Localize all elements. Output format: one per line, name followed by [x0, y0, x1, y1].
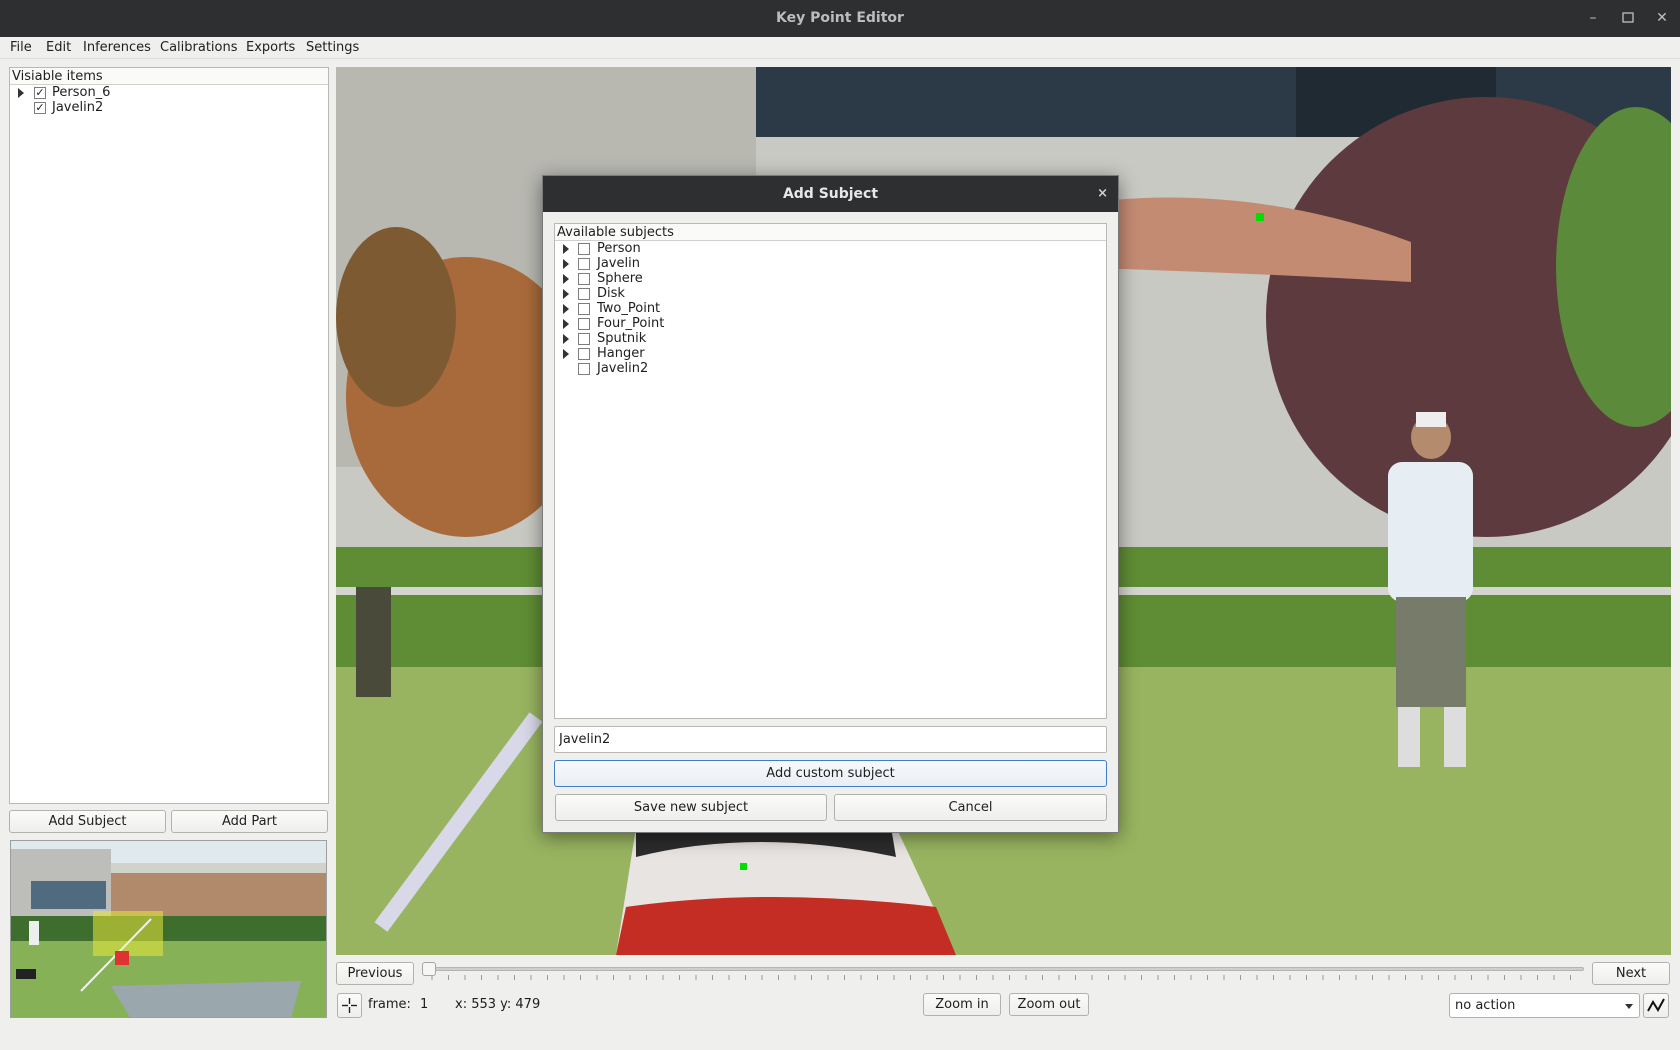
add-subject-dialog: Add Subject × Available subjects Person J… — [542, 175, 1119, 833]
crosshair-icon — [342, 998, 357, 1013]
crosshair-tool-button[interactable] — [337, 993, 362, 1018]
subject-item[interactable]: Javelin — [555, 256, 1106, 271]
action-select-value: no action — [1455, 998, 1516, 1013]
add-part-button[interactable]: Add Part — [171, 810, 328, 833]
expand-arrow-icon[interactable] — [563, 319, 569, 329]
dialog-title-bar: Add Subject × — [543, 176, 1118, 212]
subject-item[interactable]: Javelin2 — [555, 361, 1106, 376]
frame-thumbnail[interactable] — [10, 840, 327, 1018]
frame-slider-handle[interactable] — [422, 962, 436, 976]
available-subjects-list: Available subjects Person Javelin Sphere Di… — [554, 223, 1107, 719]
dialog-title: Add Subject — [782, 186, 879, 202]
subject-item[interactable]: Person — [555, 241, 1106, 256]
title-bar: Key Point Editor – ✕ — [0, 0, 1680, 37]
tree-item-javelin2[interactable]: ✓ Javelin2 — [10, 100, 328, 115]
expand-arrow-icon[interactable] — [563, 289, 569, 299]
expand-arrow-icon[interactable] — [563, 334, 569, 344]
checkbox-javelin2[interactable]: ✓ — [34, 102, 46, 114]
subject-checkbox[interactable] — [578, 258, 590, 270]
subject-item[interactable]: Hanger — [555, 346, 1106, 361]
subject-label: Sputnik — [597, 331, 647, 346]
menu-edit[interactable]: Edit — [46, 40, 71, 55]
expand-arrow-icon[interactable] — [563, 259, 569, 269]
subject-item[interactable]: Two_Point — [555, 301, 1106, 316]
curve-tool-button[interactable] — [1643, 993, 1669, 1018]
zoom-out-button[interactable]: Zoom out — [1009, 993, 1089, 1016]
subject-checkbox[interactable] — [578, 273, 590, 285]
line-chart-icon — [1647, 998, 1665, 1012]
menu-calibrations[interactable]: Calibrations — [160, 40, 238, 55]
visible-items-header: Visiable items — [10, 68, 328, 85]
save-new-subject-button[interactable]: Save new subject — [555, 794, 827, 821]
menu-settings[interactable]: Settings — [306, 40, 359, 55]
subject-item[interactable]: Sputnik — [555, 331, 1106, 346]
window-title: Key Point Editor — [776, 10, 904, 26]
expand-arrow-icon[interactable] — [563, 244, 569, 254]
menu-bar: File Edit Inferences Calibrations Export… — [0, 37, 1680, 59]
subject-checkbox[interactable] — [578, 363, 590, 375]
visible-items-panel: Visiable items ✓ Person_6 ✓ Javelin2 — [9, 67, 329, 804]
close-icon[interactable]: ✕ — [1652, 8, 1672, 28]
frame-slider-ticks — [431, 975, 1571, 980]
subject-checkbox[interactable] — [578, 243, 590, 255]
subject-label: Javelin — [597, 256, 640, 271]
dialog-close-icon[interactable]: × — [1097, 176, 1108, 212]
cursor-coordinates: x: 553 y: 479 — [455, 997, 541, 1012]
tree-item-label: Javelin2 — [52, 100, 104, 115]
subject-label: Four_Point — [597, 316, 665, 331]
minimize-icon[interactable]: – — [1583, 8, 1603, 28]
zoom-in-button[interactable]: Zoom in — [923, 993, 1001, 1016]
menu-exports[interactable]: Exports — [246, 40, 295, 55]
frame-label: frame: — [368, 997, 411, 1012]
tree-item-person6[interactable]: ✓ Person_6 — [10, 85, 328, 100]
subject-name-input[interactable] — [554, 726, 1107, 753]
subject-checkbox[interactable] — [578, 348, 590, 360]
previous-button[interactable]: Previous — [336, 962, 414, 985]
cancel-button[interactable]: Cancel — [834, 794, 1107, 821]
subject-label: Person — [597, 241, 641, 256]
keypoint-marker[interactable] — [1256, 213, 1264, 221]
subject-checkbox[interactable] — [578, 318, 590, 330]
expand-arrow-icon[interactable] — [563, 274, 569, 284]
frame-slider-track[interactable] — [427, 967, 1584, 971]
subject-checkbox[interactable] — [578, 333, 590, 345]
subject-item[interactable]: Sphere — [555, 271, 1106, 286]
add-custom-subject-button[interactable]: Add custom subject — [554, 760, 1107, 787]
subject-label: Javelin2 — [597, 361, 649, 376]
menu-file[interactable]: File — [10, 40, 32, 55]
checkbox-person6[interactable]: ✓ — [34, 87, 46, 99]
subject-label: Two_Point — [597, 301, 661, 316]
subject-checkbox[interactable] — [578, 303, 590, 315]
maximize-icon[interactable] — [1618, 8, 1638, 28]
menu-inferences[interactable]: Inferences — [83, 40, 151, 55]
expand-arrow-icon[interactable] — [563, 349, 569, 359]
add-subject-button[interactable]: Add Subject — [9, 810, 166, 833]
keypoint-marker[interactable] — [740, 863, 747, 870]
frame-value: 1 — [420, 997, 429, 1012]
thumbnail-scene — [11, 841, 326, 1017]
tree-item-label: Person_6 — [52, 85, 111, 100]
subject-label: Hanger — [597, 346, 645, 361]
dropdown-caret-icon — [1625, 1004, 1633, 1009]
action-select[interactable]: no action — [1449, 993, 1640, 1018]
subject-label: Disk — [597, 286, 625, 301]
subject-label: Sphere — [597, 271, 643, 286]
subject-item[interactable]: Disk — [555, 286, 1106, 301]
available-subjects-header: Available subjects — [555, 224, 1106, 241]
next-button[interactable]: Next — [1592, 962, 1670, 985]
subject-checkbox[interactable] — [578, 288, 590, 300]
expand-arrow-icon[interactable] — [563, 304, 569, 314]
expand-arrow-icon[interactable] — [18, 88, 24, 98]
subject-item[interactable]: Four_Point — [555, 316, 1106, 331]
